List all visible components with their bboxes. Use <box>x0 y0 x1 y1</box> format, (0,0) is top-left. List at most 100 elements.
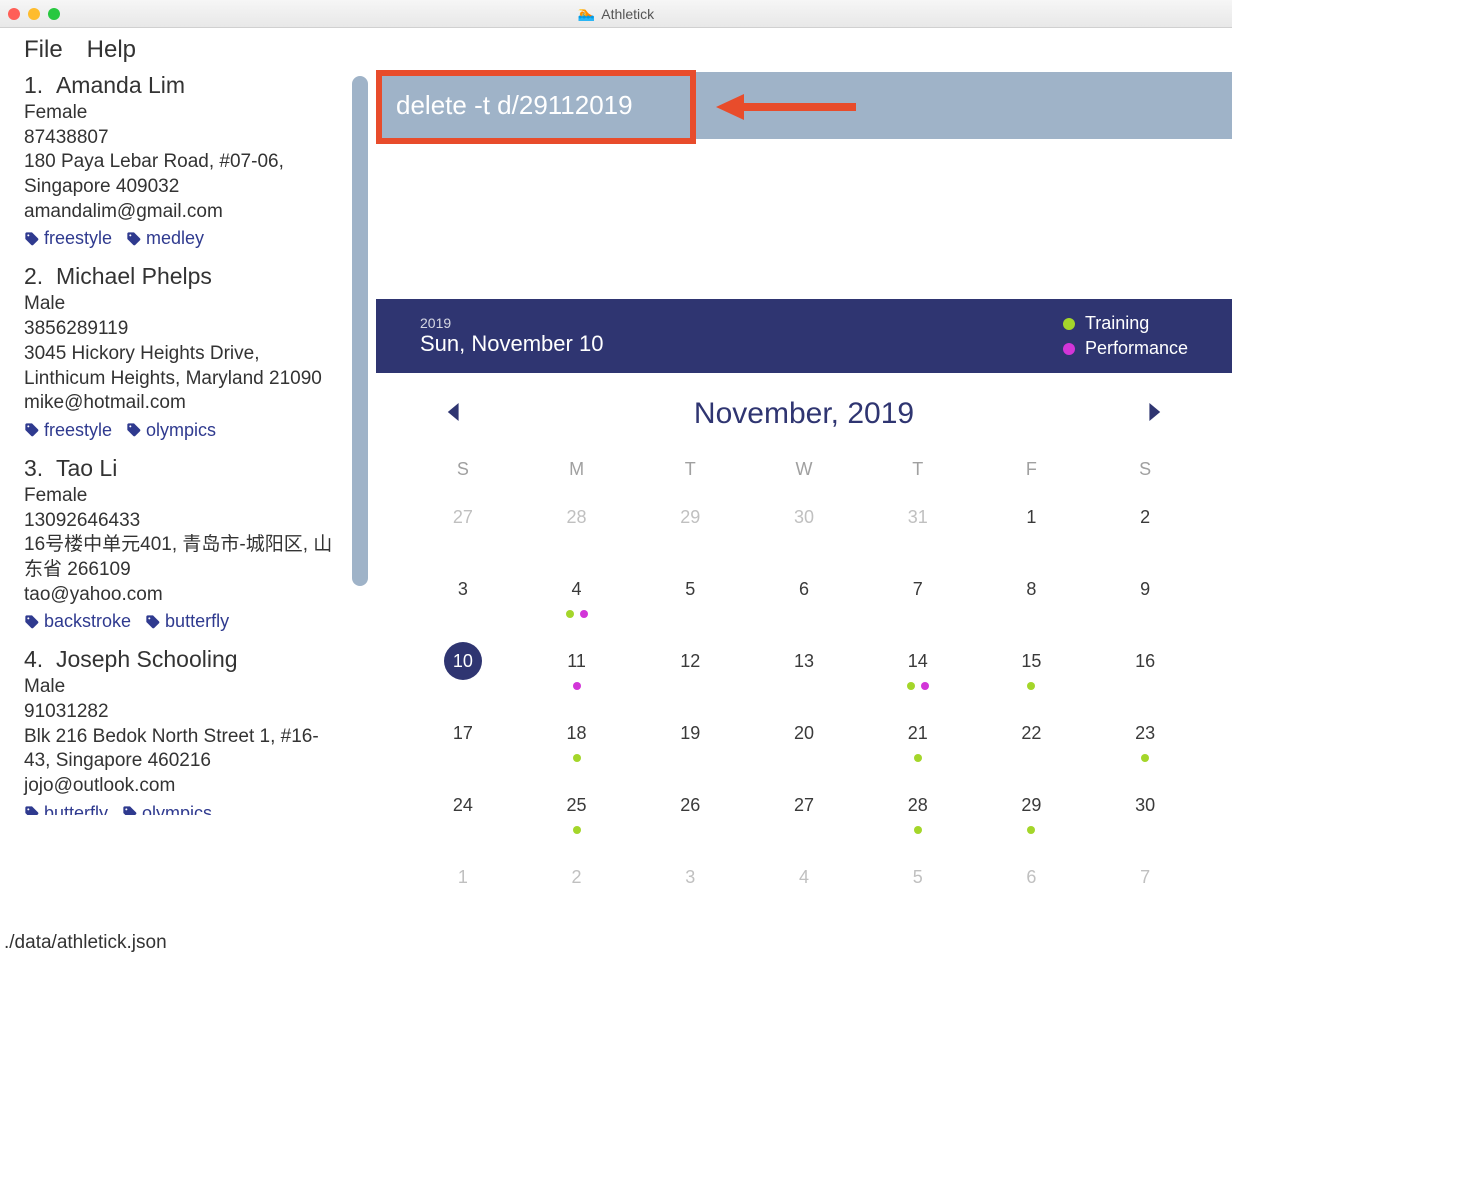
calendar-day[interactable]: 12 <box>633 636 747 704</box>
calendar-day[interactable]: 14 <box>861 636 975 704</box>
calendar-day[interactable]: 3 <box>406 564 520 632</box>
day-number: 2 <box>558 858 596 896</box>
event-dot-icon <box>1027 682 1035 690</box>
calendar-day[interactable]: 8 <box>975 564 1089 632</box>
tag[interactable]: backstroke <box>24 611 131 632</box>
calendar-day[interactable]: 20 <box>747 708 861 776</box>
calendar-day[interactable]: 15 <box>975 636 1089 704</box>
calendar-day[interactable]: 1 <box>406 852 520 920</box>
legend-item: Training <box>1063 313 1188 334</box>
calendar-day[interactable]: 30 <box>1088 780 1202 848</box>
maximize-icon[interactable] <box>48 8 60 20</box>
calendar-day[interactable]: 4 <box>520 564 634 632</box>
minimize-icon[interactable] <box>28 8 40 20</box>
calendar-day[interactable]: 2 <box>520 852 634 920</box>
calendar-day[interactable]: 26 <box>633 780 747 848</box>
day-number: 28 <box>558 498 596 536</box>
calendar-day[interactable]: 7 <box>861 564 975 632</box>
calendar-day[interactable]: 9 <box>1088 564 1202 632</box>
day-number: 16 <box>1126 642 1164 680</box>
person-name: 4. Joseph Schooling <box>24 646 344 673</box>
tag[interactable]: freestyle <box>24 420 112 441</box>
day-number: 2 <box>1126 498 1164 536</box>
day-number: 27 <box>785 786 823 824</box>
person-email: mike@hotmail.com <box>24 391 344 416</box>
tag[interactable]: olympics <box>122 803 212 815</box>
calendar-day[interactable]: 22 <box>975 708 1089 776</box>
calendar-day[interactable]: 1 <box>975 492 1089 560</box>
calendar-day[interactable]: 24 <box>406 780 520 848</box>
calendar-day[interactable]: 10 <box>406 636 520 704</box>
calendar-dow: F <box>975 459 1089 480</box>
day-number: 1 <box>444 858 482 896</box>
calendar-week: 3456789 <box>376 562 1232 634</box>
calendar-dow: S <box>1088 459 1202 480</box>
event-dot-icon <box>1141 754 1149 762</box>
tag[interactable]: butterfly <box>24 803 108 815</box>
calendar-day[interactable]: 25 <box>520 780 634 848</box>
event-dot-icon <box>580 610 588 618</box>
person-name: 3. Tao Li <box>24 455 344 482</box>
calendar-day[interactable]: 5 <box>861 852 975 920</box>
calendar-day[interactable]: 21 <box>861 708 975 776</box>
calendar-day[interactable]: 17 <box>406 708 520 776</box>
calendar-day[interactable]: 28 <box>520 492 634 560</box>
menu-file[interactable]: File <box>24 36 63 64</box>
day-number: 8 <box>1012 570 1050 608</box>
calendar-day[interactable]: 30 <box>747 492 861 560</box>
calendar-day[interactable]: 4 <box>747 852 861 920</box>
calendar-day[interactable]: 13 <box>747 636 861 704</box>
person-name: 2. Michael Phelps <box>24 263 344 290</box>
tag[interactable]: olympics <box>126 420 216 441</box>
calendar-day[interactable]: 7 <box>1088 852 1202 920</box>
day-number: 21 <box>899 714 937 752</box>
legend-item: Performance <box>1063 338 1188 359</box>
calendar-day[interactable]: 18 <box>520 708 634 776</box>
person-gender: Female <box>24 484 344 509</box>
calendar-day[interactable]: 6 <box>747 564 861 632</box>
calendar-day[interactable]: 27 <box>747 780 861 848</box>
day-number: 5 <box>899 858 937 896</box>
menu-help[interactable]: Help <box>87 36 136 64</box>
day-number: 27 <box>444 498 482 536</box>
calendar-day[interactable]: 11 <box>520 636 634 704</box>
person-address: 180 Paya Lebar Road, #07-06, Singapore 4… <box>24 150 344 199</box>
calendar-week: 10 11 12131415 16 <box>376 634 1232 706</box>
person-item[interactable]: 1. Amanda LimFemale87438807180 Paya Leba… <box>24 72 344 249</box>
calendar-day[interactable]: 5 <box>633 564 747 632</box>
calendar-day[interactable]: 2 <box>1088 492 1202 560</box>
calendar-week: 171819 20 21 2223 <box>376 706 1232 778</box>
calendar-day[interactable]: 27 <box>406 492 520 560</box>
command-input[interactable]: delete -t d/29112019 <box>376 72 1232 139</box>
close-icon[interactable] <box>8 8 20 20</box>
tag[interactable]: freestyle <box>24 228 112 249</box>
day-number: 6 <box>1012 858 1050 896</box>
sidebar-scrollbar[interactable] <box>352 76 368 586</box>
day-number: 20 <box>785 714 823 752</box>
calendar-day[interactable]: 6 <box>975 852 1089 920</box>
calendar-dow-row: SMTWTFS <box>376 449 1232 490</box>
tag[interactable]: medley <box>126 228 204 249</box>
day-number: 30 <box>785 498 823 536</box>
person-item[interactable]: 2. Michael PhelpsMale38562891193045 Hick… <box>24 263 344 440</box>
tag[interactable]: butterfly <box>145 611 229 632</box>
person-item[interactable]: 3. Tao LiFemale1309264643316号楼中单元401, 青岛… <box>24 455 344 632</box>
person-item[interactable]: 4. Joseph SchoolingMale91031282Blk 216 B… <box>24 646 344 814</box>
day-number: 7 <box>1126 858 1164 896</box>
calendar-day[interactable]: 31 <box>861 492 975 560</box>
calendar-day[interactable]: 16 <box>1088 636 1202 704</box>
calendar-day[interactable]: 28 <box>861 780 975 848</box>
person-tags: freestyle medley <box>24 228 344 249</box>
calendar-day[interactable]: 29 <box>633 492 747 560</box>
person-email: amandalim@gmail.com <box>24 200 344 225</box>
calendar-day[interactable]: 23 <box>1088 708 1202 776</box>
day-number: 11 <box>558 642 596 680</box>
calendar-day[interactable]: 19 <box>633 708 747 776</box>
prev-month-button[interactable] <box>446 403 464 425</box>
calendar-day[interactable]: 29 <box>975 780 1089 848</box>
person-phone: 13092646433 <box>24 509 344 534</box>
calendar-day[interactable]: 3 <box>633 852 747 920</box>
person-list: 1. Amanda LimFemale87438807180 Paya Leba… <box>0 72 352 930</box>
next-month-button[interactable] <box>1144 403 1162 425</box>
person-tags: backstroke butterfly <box>24 611 344 632</box>
